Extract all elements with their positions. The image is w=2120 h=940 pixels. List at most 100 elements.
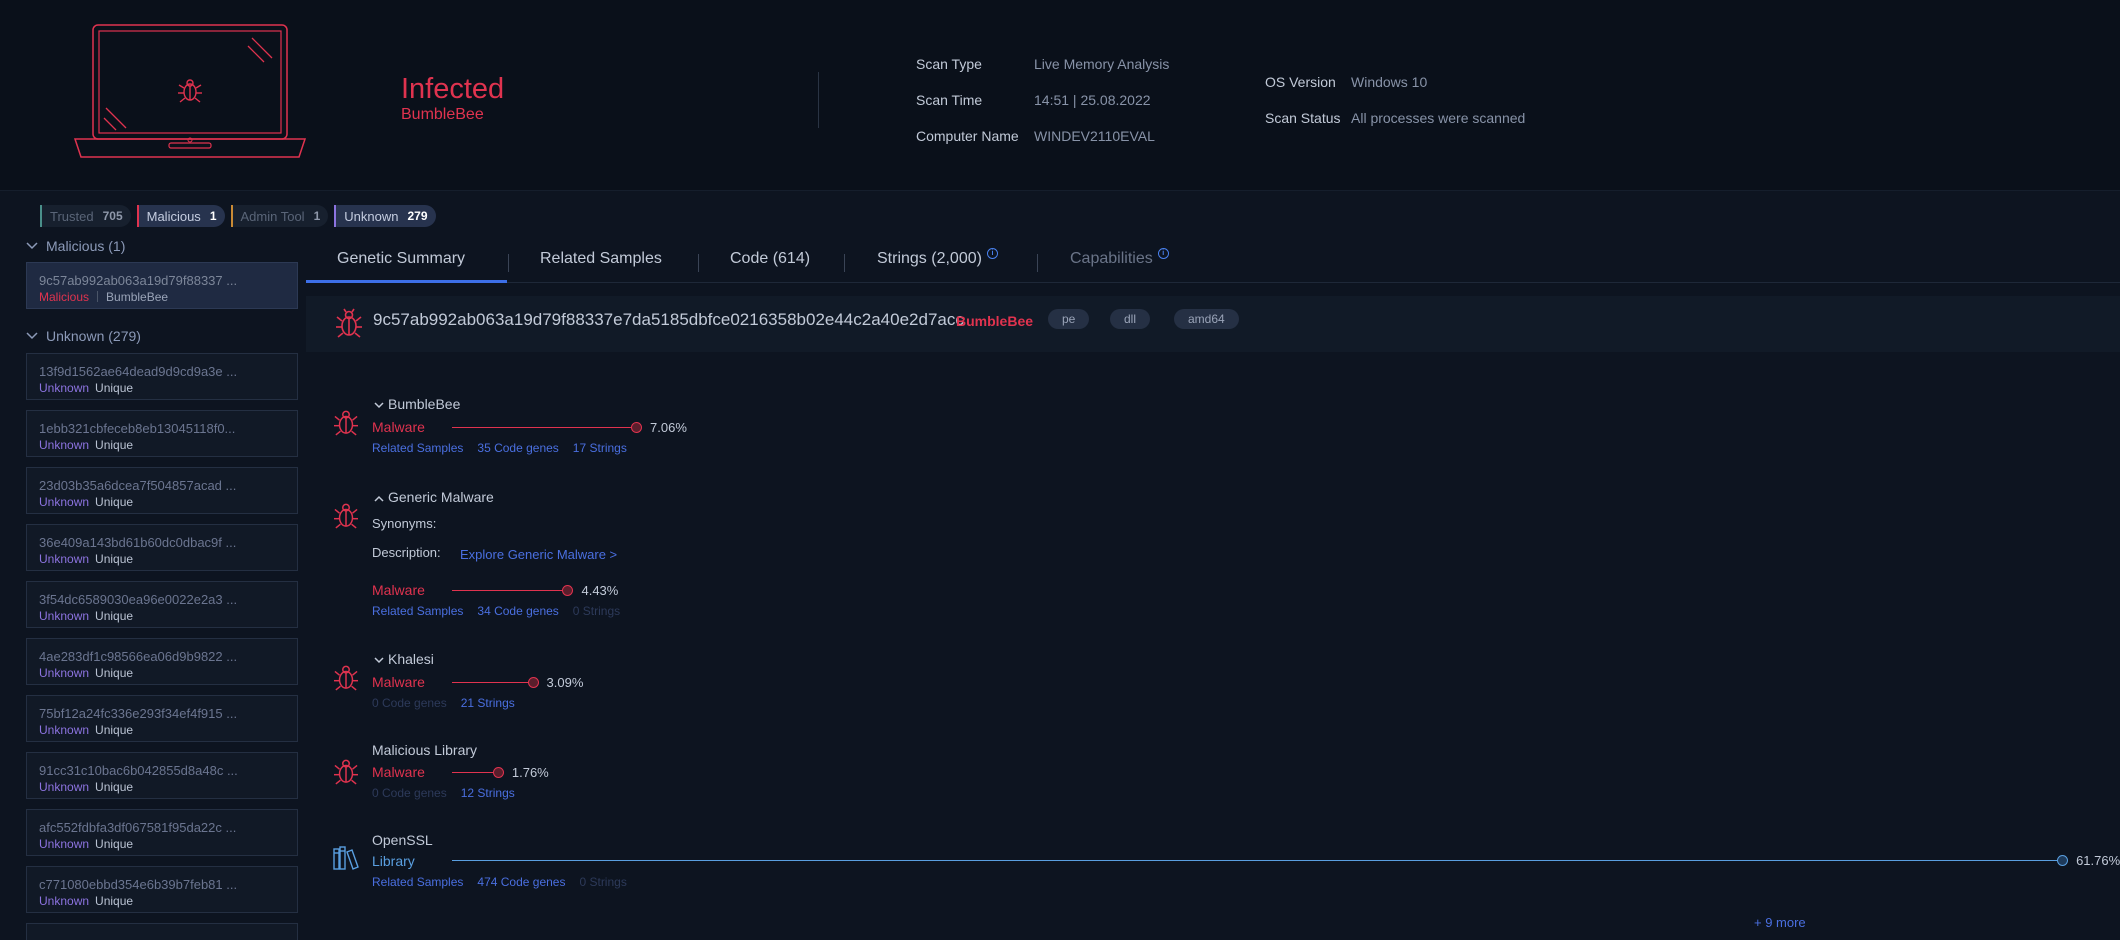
filter-count: 1 — [313, 209, 321, 223]
strings-link[interactable]: 12 Strings — [461, 786, 515, 800]
code-genes-link: 0 Code genes — [372, 696, 447, 710]
unique-tag: Unique — [95, 837, 134, 851]
file-tag-pill: pe — [1048, 309, 1090, 329]
explore-generic-malware-link[interactable]: Explore Generic Malware > — [460, 547, 617, 562]
filter-count: 1 — [209, 209, 217, 223]
bug-icon — [334, 665, 358, 691]
unique-tag: Unique — [95, 609, 134, 623]
code-genes-link[interactable]: 35 Code genes — [477, 441, 558, 455]
gene-header-khalesi[interactable]: Khalesi — [374, 651, 434, 667]
laptop-bug-icon — [74, 24, 306, 158]
file-tags: Unknown Unique — [39, 381, 133, 395]
tab-capabilities-label: Capabilities — [1070, 250, 1153, 267]
file-card[interactable]: c771080ebbd354e6b39b7feb81 ... Unknown Uni… — [26, 866, 298, 913]
scan-status-value: All processes were scanned — [1351, 110, 1526, 126]
gene-type: Malware — [372, 582, 425, 598]
file-hash: 91cc31c10bac6b042855d8a48c ... — [39, 763, 238, 778]
tab-strings-label: Strings (2,000) — [877, 250, 982, 267]
filter-label: Trusted — [50, 208, 94, 224]
unknown-group-toggle[interactable]: Unknown (279) — [26, 328, 141, 344]
verdict-tag: Unknown — [39, 438, 90, 452]
file-card-partial[interactable] — [26, 923, 298, 940]
file-card[interactable]: 75bf12a24fc336e293f34ef4f915 ... Unknown U… — [26, 695, 298, 742]
filter-admin-tool[interactable]: Admin Tool 1 — [230, 205, 329, 227]
file-card[interactable]: 23d03b35a6dcea7f504857acad ... Unknown Uni… — [26, 467, 298, 514]
verdict-tag: Unknown — [39, 381, 90, 395]
malicious-group-toggle[interactable]: Malicious (1) — [26, 238, 125, 254]
verdict-tag: Unknown — [39, 495, 90, 509]
file-card[interactable]: 13f9d1562ae64dead9d9cd9a3e ... Unknown Uni… — [26, 353, 298, 400]
file-tags: Unknown Unique — [39, 723, 133, 737]
gene-header-bumblebee[interactable]: BumbleBee — [374, 396, 460, 412]
related-samples-link[interactable]: Related Samples — [372, 604, 463, 618]
file-tags: Unknown Unique — [39, 894, 133, 908]
scan-type-value: Live Memory Analysis — [1034, 56, 1170, 72]
strings-link[interactable]: 17 Strings — [573, 441, 627, 455]
tab-divider — [508, 254, 509, 272]
gene-header-malicious-library: Malicious Library — [372, 742, 478, 758]
filter-unknown[interactable]: Unknown 279 — [334, 205, 436, 227]
related-samples-link[interactable]: Related Samples — [372, 441, 463, 455]
gene-name: BumbleBee — [388, 396, 461, 412]
unknown-group-label: Unknown (279) — [46, 328, 141, 344]
strings-link: 0 Strings — [579, 875, 627, 889]
verdict-tag: Unknown — [39, 723, 90, 737]
filter-trusted[interactable]: Trusted 705 — [40, 205, 131, 227]
status-title: Infected — [401, 73, 505, 105]
file-card[interactable]: 3f54dc6589030ea96e0022e2a3 ... Unknown Uni… — [26, 581, 298, 628]
gene-header-generic-malware[interactable]: Generic Malware — [374, 489, 494, 505]
file-hash: 1ebb321cbfeceb8eb13045118f0... — [39, 421, 236, 436]
file-card[interactable]: afc552fdbfa3df067581f95da22c ... Unknown U… — [26, 809, 298, 856]
file-card-selected[interactable]: 9c57ab992ab063a19d79f88337 ... Malicious… — [26, 262, 298, 309]
tab-capabilities[interactable]: Capabilities i — [1070, 248, 1169, 268]
tab-code[interactable]: Code (614) — [730, 250, 810, 268]
file-card[interactable]: 36e409a143bd61b60dc0dbac9f ... Unknown Uni… — [26, 524, 298, 571]
code-genes-link[interactable]: 34 Code genes — [477, 604, 558, 618]
file-card[interactable]: 91cc31c10bac6b042855d8a48c ... Unknown Uni… — [26, 752, 298, 799]
bug-icon — [334, 759, 358, 785]
computer-name-value: WINDEV2110EVAL — [1034, 128, 1155, 144]
unique-tag: Unique — [95, 552, 134, 566]
file-tags: Unknown Unique — [39, 837, 133, 851]
strings-link[interactable]: 21 Strings — [461, 696, 515, 710]
os-version-value: Windows 10 — [1351, 74, 1428, 90]
file-hash: 36e409a143bd61b60dc0dbac9f ... — [39, 535, 237, 550]
info-icon[interactable]: i — [1157, 248, 1169, 259]
filter-count: 279 — [407, 209, 428, 223]
strings-link: 0 Strings — [572, 604, 621, 618]
file-family: BumbleBee — [956, 313, 1034, 329]
filter-malicious[interactable]: Malicious 1 — [136, 205, 225, 227]
chevron-down-icon — [374, 657, 384, 664]
code-genes-link[interactable]: 474 Code genes — [477, 875, 565, 889]
filter-label: Admin Tool — [240, 208, 305, 224]
computer-name-label: Computer Name — [916, 128, 1019, 144]
file-tags: Unknown Unique — [39, 495, 133, 509]
chevron-down-icon — [374, 402, 384, 409]
gene-links: 0 Code genes 21 Strings — [372, 696, 529, 710]
verdict-tag: Unknown — [39, 837, 90, 851]
info-icon[interactable]: i — [986, 248, 998, 259]
gene-bar-knob — [631, 422, 643, 433]
verdict-tag: Unknown — [39, 780, 90, 794]
gene-name: Khalesi — [388, 651, 434, 667]
tab-divider — [698, 254, 699, 272]
gene-percent: 3.09% — [546, 675, 584, 690]
bug-icon — [334, 410, 358, 436]
unique-tag: Unique — [95, 723, 134, 737]
file-hash: afc552fdbfa3df067581f95da22c ... — [39, 820, 237, 835]
file-tags: Unknown Unique — [39, 552, 133, 566]
scan-header: Infected BumbleBee Scan Type Live Memory… — [0, 0, 2120, 191]
gene-links: Related Samples 34 Code genes 0 Strings — [372, 604, 634, 618]
file-card[interactable]: 4ae283df1c98566ea06d9b9822 ... Unknown Uni… — [26, 638, 298, 685]
tab-genetic-summary[interactable]: Genetic Summary — [337, 250, 465, 268]
show-more-genes-link[interactable]: + 9 more — [1754, 915, 1806, 930]
gene-bar-track — [452, 682, 533, 683]
file-card[interactable]: 1ebb321cbfeceb8eb13045118f0... Unknown Uni… — [26, 410, 298, 457]
tab-related-samples[interactable]: Related Samples — [540, 250, 662, 268]
tab-strings[interactable]: Strings (2,000) i — [877, 248, 998, 268]
file-tag-pill: dll — [1110, 309, 1151, 329]
file-hash: 4ae283df1c98566ea06d9b9822 ... — [39, 649, 238, 664]
scan-type-label: Scan Type — [916, 56, 982, 72]
related-samples-link[interactable]: Related Samples — [372, 875, 463, 889]
unique-tag: Unique — [95, 495, 134, 509]
